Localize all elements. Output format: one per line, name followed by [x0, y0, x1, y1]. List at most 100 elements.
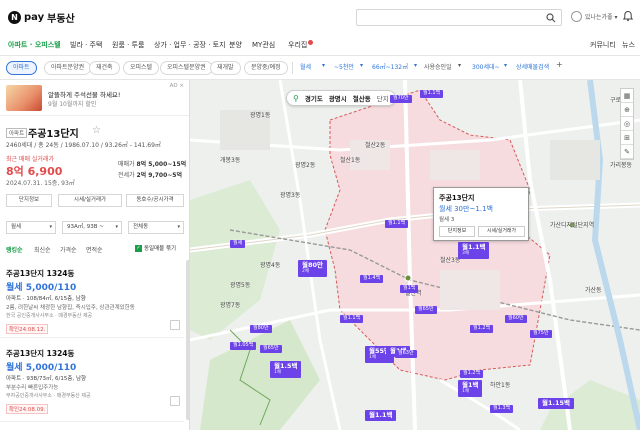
price-marker[interactable]: 월1.1백 3채: [458, 242, 490, 259]
price-marker[interactable]: 월1.5백 1채: [270, 361, 302, 378]
region-city[interactable]: 광명시: [329, 93, 347, 103]
my-location-icon[interactable]: ◎: [621, 117, 633, 131]
nav-news[interactable]: 뉴스: [622, 40, 635, 50]
chip-officetel[interactable]: 오피스텔: [123, 61, 160, 75]
listing-title: 주공13단지 1324동: [6, 349, 75, 358]
region-complex[interactable]: 단지: [377, 93, 389, 103]
price-marker-label: 월65만: [418, 306, 434, 312]
trade-type-dropdown[interactable]: 월세 ▾: [6, 221, 56, 234]
detail-search-button[interactable]: 상세매물검색: [516, 62, 549, 71]
trade-type-select[interactable]: 월세: [300, 62, 311, 71]
complex-info-button[interactable]: 단지정보: [6, 194, 52, 207]
map-place-label: 광명7동: [220, 302, 241, 309]
compare-checkbox[interactable]: [170, 320, 180, 330]
complex-popup[interactable]: 주공13단지 월세 30만~1.1백 월세 3 단지정보 시세/실거래가: [433, 187, 529, 241]
map-view[interactable]: 광명1동 광명2동 광명3동 광명4동 광명5동 광명7동 철산1동 철산2동 철산3동 하안1동…: [190, 80, 640, 430]
price-marker[interactable]: 월1.15백: [538, 398, 574, 410]
price-marker[interactable]: 월80만: [250, 325, 272, 333]
dong-dropdown[interactable]: 전체동 ▾: [128, 221, 184, 234]
popup-price-button[interactable]: 시세/실거래가: [478, 226, 525, 237]
price-marker[interactable]: 월1.1백: [420, 90, 444, 98]
divider: [292, 62, 293, 74]
price-marker[interactable]: 월60만: [505, 315, 527, 323]
nav-villa-house[interactable]: 빌라 · 주택: [70, 40, 102, 50]
listing-agent: 부자공인중개사사무소 · 매경부동산 제공: [6, 393, 91, 399]
lease-price-range: 전세가 2억 9,700~5억: [118, 170, 182, 179]
zoom-in-icon[interactable]: ⊕: [621, 103, 633, 117]
nav-community[interactable]: 커뮤니티: [590, 40, 616, 50]
price-marker[interactable]: 월1백 1채: [458, 380, 483, 397]
price-marker[interactable]: 월80만 2채: [298, 260, 328, 277]
chip-presale-planned[interactable]: 분양중/예정: [244, 61, 288, 75]
nav-oneroom-tworoom[interactable]: 원룸 · 투룸: [112, 40, 144, 50]
price-marker[interactable]: 월65만: [260, 345, 282, 353]
price-marker[interactable]: 월1백: [400, 285, 419, 293]
price-marker[interactable]: 월75만: [530, 330, 552, 338]
tab-area[interactable]: 면적순: [86, 245, 103, 254]
station-icon[interactable]: [404, 274, 412, 282]
chip-redevelop[interactable]: 재개발: [210, 61, 241, 75]
add-filter-button[interactable]: +: [556, 60, 563, 69]
price-history-button[interactable]: 시세/실거래가: [58, 194, 122, 207]
lease-price-label: 전세가: [118, 172, 135, 179]
ad-banner[interactable]: 알뜰하게 주석선물 하세요! 9월 10월까지 할인 AD ×: [0, 80, 189, 116]
chip-apartment[interactable]: 아파트: [6, 61, 37, 75]
area-select[interactable]: 66㎡~132㎡: [372, 62, 408, 71]
households-select[interactable]: 300세대~: [472, 62, 500, 71]
tab-price[interactable]: 가격순: [60, 245, 77, 254]
region-province[interactable]: 경기도: [305, 93, 323, 103]
price-marker[interactable]: 월세: [230, 240, 246, 248]
listing-item[interactable]: 주공13단지 1324동 월세 5,000/110 아파트 · 108/84㎡,…: [0, 262, 184, 338]
ad-close-button[interactable]: AD ×: [170, 83, 184, 89]
price-marker[interactable]: 월1.05백: [230, 342, 257, 350]
draw-icon[interactable]: ✎: [621, 145, 633, 159]
map-place-label: 광명1동: [250, 112, 271, 119]
search-input[interactable]: [356, 9, 562, 26]
nav-my-home[interactable]: 우리집: [288, 40, 314, 50]
compare-checkbox[interactable]: [170, 396, 180, 406]
checkmark-icon: ✓: [135, 244, 142, 252]
region-dong[interactable]: 철산동: [353, 93, 371, 103]
price-marker[interactable]: 월1.3백: [490, 405, 514, 413]
area-dropdown[interactable]: 93A㎡, 93B ~ ▾: [62, 221, 122, 234]
notification-bell-icon[interactable]: [622, 10, 634, 22]
nav-apartment-officetel[interactable]: 아파트 · 오피스텔: [8, 40, 61, 50]
chip-rebuild[interactable]: 재건축: [89, 61, 120, 75]
price-marker[interactable]: 월1.1백: [340, 315, 364, 323]
map-place-label: 철산1동: [340, 157, 361, 164]
logo[interactable]: N pay 부동산: [8, 10, 75, 25]
tab-latest[interactable]: 최신순: [34, 245, 51, 254]
price-marker-label: 월1.4백: [363, 275, 381, 281]
price-marker[interactable]: 월1.2백: [470, 325, 494, 333]
nav-presale[interactable]: 분양: [229, 40, 242, 50]
nav-my-home-label: 우리집: [288, 41, 308, 49]
block: [550, 140, 600, 180]
tab-ranking[interactable]: 랭킹순: [6, 245, 23, 254]
user-menu[interactable]: 있나는가좋 ▾: [571, 11, 618, 22]
map-type-icon[interactable]: ▦: [621, 89, 633, 103]
grid-icon[interactable]: ⊞: [621, 131, 633, 145]
popup-info-button[interactable]: 단지정보: [439, 226, 475, 237]
price-marker[interactable]: 월65만: [415, 306, 437, 314]
price-marker-label: 월65만: [263, 345, 279, 351]
nav-commercial-land[interactable]: 상가 · 업무 · 공장 · 토지: [154, 40, 226, 50]
group-listings-checkbox[interactable]: ✓ 동일매물 묶기: [135, 244, 176, 252]
price-marker[interactable]: 월63만: [395, 350, 417, 358]
favorite-star-icon[interactable]: ☆: [92, 125, 101, 136]
sale-price-value: 8억 5,000~15억: [136, 161, 187, 168]
chip-officetel-presale[interactable]: 오피스텔분양권: [160, 61, 213, 75]
search-icon[interactable]: [546, 13, 556, 23]
price-select[interactable]: ~5천만: [334, 62, 354, 71]
price-marker[interactable]: 월1.1백: [385, 220, 409, 228]
chip-apartment-presale[interactable]: 아파트분양권: [44, 61, 92, 75]
nav-my-interest[interactable]: MY관심: [252, 40, 275, 50]
price-marker[interactable]: 월70만: [390, 95, 412, 103]
price-marker-label: 월1.1백: [369, 411, 393, 419]
location-breadcrumb[interactable]: ⚲ 경기도 광명시 철산동 단지: [286, 90, 396, 106]
price-marker[interactable]: 월1.2백: [460, 370, 484, 378]
listing-item[interactable]: 주공13단지 1324동 월세 5,000/110 아파트 · 93B/73㎡,…: [0, 342, 184, 422]
price-marker[interactable]: 월1.1백: [365, 410, 397, 422]
approval-select[interactable]: 사용승인일: [424, 62, 452, 71]
price-marker[interactable]: 월1.4백: [360, 275, 384, 283]
unit-price-button[interactable]: 동호수/공시가격: [126, 194, 184, 207]
